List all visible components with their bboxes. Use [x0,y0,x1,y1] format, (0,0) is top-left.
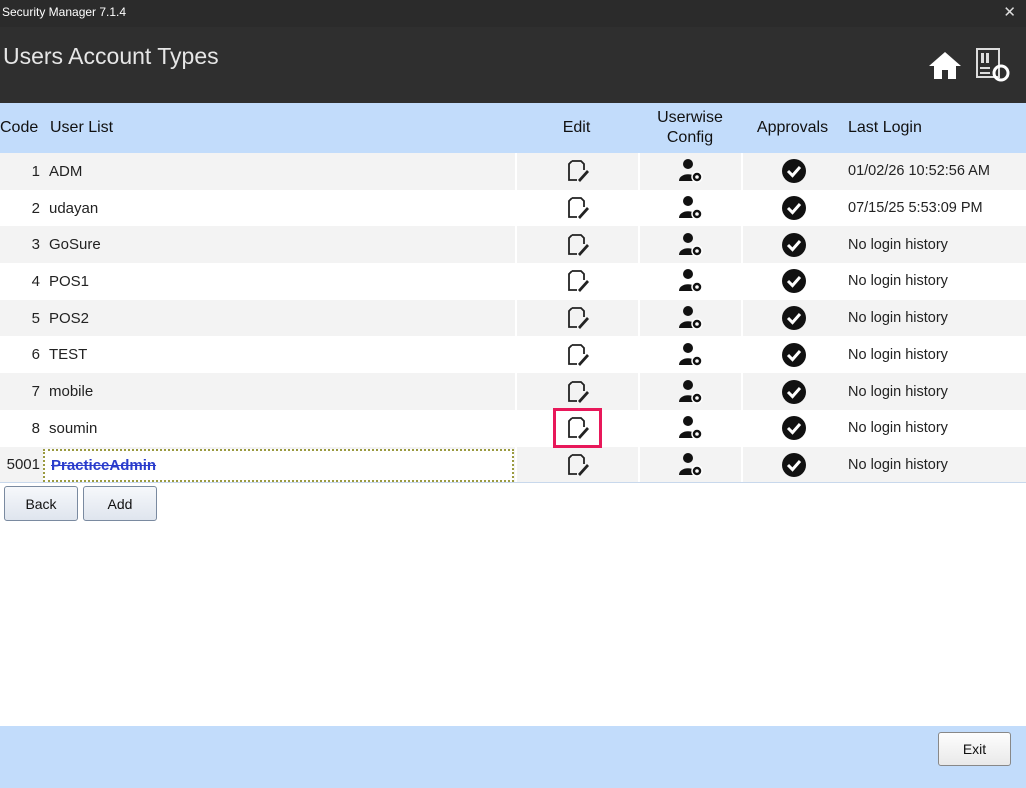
back-button[interactable]: Back [4,486,78,521]
user-config-icon[interactable] [638,409,741,447]
user-config-icon[interactable] [638,299,741,337]
column-user-list: User List [50,119,114,136]
window-title: Security Manager 7.1.4 [2,5,127,19]
last-login: No login history [848,236,948,253]
user-name: GoSure [49,236,101,254]
table-header: Code User List Edit Userwise Config Appr… [0,103,1026,153]
table-divider [0,482,1026,483]
user-name-input[interactable]: PracticeAdmin [43,448,514,482]
column-approvals: Approvals [756,119,829,136]
page-title: Users Account Types [3,43,219,69]
user-code: 2 [31,199,40,217]
exit-button[interactable]: Exit [938,732,1011,766]
table-row[interactable]: 8 soumin No login history [0,409,1026,447]
column-code: Code [0,119,39,136]
edit-icon[interactable] [515,446,638,484]
user-code: 5001 [6,456,40,474]
last-login: 01/02/26 10:52:56 AM [848,163,990,180]
user-config-icon[interactable] [638,263,741,300]
table-row[interactable]: 2 udayan 07/15/25 5:53:09 PM [0,189,1026,227]
edit-icon[interactable] [515,226,638,264]
last-login: No login history [848,383,948,400]
close-icon[interactable]: ✕ [1003,0,1016,25]
table-row[interactable]: 5001 PracticeAdmin No login history [0,446,1026,484]
column-last-login: Last Login [848,119,922,136]
last-login: 07/15/25 5:53:09 PM [848,200,983,217]
edit-icon[interactable] [515,189,638,227]
user-name: TEST [49,346,88,364]
back-label: Back [25,495,57,512]
edit-icon[interactable] [515,373,638,410]
edit-icon[interactable] [515,263,638,300]
table-row[interactable]: 7 mobile No login history [0,373,1026,410]
user-name: ADM [49,162,83,180]
approval-check-icon[interactable] [741,373,844,410]
user-config-icon[interactable] [638,373,741,410]
add-button[interactable]: Add [83,486,157,521]
page-header: Users Account Types [0,27,1026,103]
user-code: 3 [31,236,40,254]
user-name: mobile [49,383,94,401]
approval-check-icon[interactable] [741,153,844,190]
table-row[interactable]: 4 POS1 No login history [0,263,1026,300]
user-code: 4 [31,272,40,290]
user-code: 1 [31,162,40,180]
user-name: udayan [49,199,99,217]
footer-bar: Exit [0,726,1026,788]
user-name: soumin [49,419,98,437]
last-login: No login history [848,456,948,473]
user-config-icon[interactable] [638,226,741,264]
approval-check-icon[interactable] [741,299,844,337]
approval-check-icon[interactable] [741,446,844,484]
edit-icon[interactable] [515,336,638,374]
user-name: POS2 [49,309,90,327]
user-code: 7 [31,383,40,401]
refresh-config-icon[interactable] [975,47,1011,83]
approval-check-icon[interactable] [741,226,844,264]
last-login: No login history [848,273,948,290]
table-row[interactable]: 6 TEST No login history [0,336,1026,374]
title-bar: Security Manager 7.1.4 ✕ [0,0,1026,27]
user-code: 8 [31,419,40,437]
last-login: No login history [848,420,948,437]
approval-check-icon[interactable] [741,409,844,447]
table-row[interactable]: 5 POS2 No login history [0,299,1026,337]
home-icon[interactable] [927,47,963,83]
edit-icon[interactable] [515,153,638,190]
edit-icon[interactable] [515,409,638,447]
user-code: 5 [31,309,40,327]
column-userwise-config: Userwise Config [657,109,723,146]
user-code: 6 [31,346,40,364]
table-row[interactable]: 1 ADM 01/02/26 10:52:56 AM [0,153,1026,190]
column-edit: Edit [562,119,591,136]
edit-icon[interactable] [515,299,638,337]
user-config-icon[interactable] [638,336,741,374]
user-name: POS1 [49,272,90,290]
last-login: No login history [848,310,948,327]
last-login: No login history [848,346,948,363]
user-config-icon[interactable] [638,153,741,190]
approval-check-icon[interactable] [741,189,844,227]
approval-check-icon[interactable] [741,263,844,300]
user-config-icon[interactable] [638,189,741,227]
add-label: Add [107,495,133,512]
approval-check-icon[interactable] [741,336,844,374]
exit-label: Exit [962,741,987,757]
user-config-icon[interactable] [638,446,741,484]
table-row[interactable]: 3 GoSure No login history [0,226,1026,264]
